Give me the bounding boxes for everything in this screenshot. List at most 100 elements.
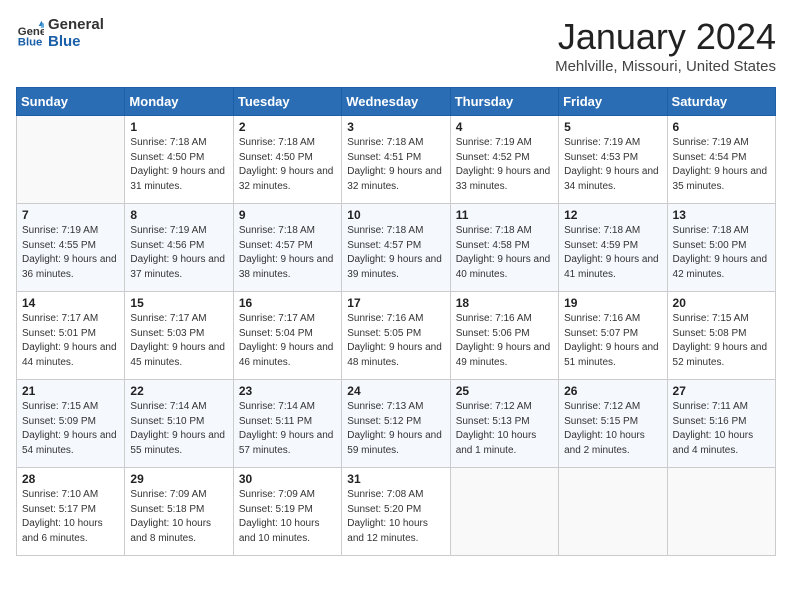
day-info: Sunrise: 7:18 AM Sunset: 4:58 PM Dayligh… xyxy=(456,224,553,282)
calendar-cell xyxy=(450,468,558,556)
calendar-cell: 2 Sunrise: 7:18 AM Sunset: 4:50 PM Dayli… xyxy=(233,116,341,204)
day-number: 31 xyxy=(347,472,444,486)
day-number: 29 xyxy=(130,472,227,486)
weekday-header-friday: Friday xyxy=(559,88,667,116)
week-row-5: 28 Sunrise: 7:10 AM Sunset: 5:17 PM Dayl… xyxy=(17,468,776,556)
calendar-cell: 10 Sunrise: 7:18 AM Sunset: 4:57 PM Dayl… xyxy=(342,204,450,292)
day-info: Sunrise: 7:16 AM Sunset: 5:07 PM Dayligh… xyxy=(564,312,661,370)
calendar-cell: 20 Sunrise: 7:15 AM Sunset: 5:08 PM Dayl… xyxy=(667,292,775,380)
calendar-subtitle: Mehlville, Missouri, United States xyxy=(555,58,776,75)
calendar-cell: 24 Sunrise: 7:13 AM Sunset: 5:12 PM Dayl… xyxy=(342,380,450,468)
day-number: 16 xyxy=(239,296,336,310)
day-info: Sunrise: 7:12 AM Sunset: 5:15 PM Dayligh… xyxy=(564,400,661,458)
weekday-header-row: SundayMondayTuesdayWednesdayThursdayFrid… xyxy=(17,88,776,116)
calendar-cell xyxy=(667,468,775,556)
day-info: Sunrise: 7:14 AM Sunset: 5:10 PM Dayligh… xyxy=(130,400,227,458)
day-info: Sunrise: 7:15 AM Sunset: 5:08 PM Dayligh… xyxy=(673,312,770,370)
day-number: 30 xyxy=(239,472,336,486)
calendar-cell: 29 Sunrise: 7:09 AM Sunset: 5:18 PM Dayl… xyxy=(125,468,233,556)
calendar-title: January 2024 xyxy=(555,16,776,58)
day-number: 2 xyxy=(239,120,336,134)
calendar-cell: 1 Sunrise: 7:18 AM Sunset: 4:50 PM Dayli… xyxy=(125,116,233,204)
day-info: Sunrise: 7:14 AM Sunset: 5:11 PM Dayligh… xyxy=(239,400,336,458)
calendar-cell: 28 Sunrise: 7:10 AM Sunset: 5:17 PM Dayl… xyxy=(17,468,125,556)
calendar-cell: 19 Sunrise: 7:16 AM Sunset: 5:07 PM Dayl… xyxy=(559,292,667,380)
day-info: Sunrise: 7:17 AM Sunset: 5:04 PM Dayligh… xyxy=(239,312,336,370)
logo: General Blue General Blue xyxy=(16,16,104,51)
calendar-cell: 7 Sunrise: 7:19 AM Sunset: 4:55 PM Dayli… xyxy=(17,204,125,292)
calendar-cell: 8 Sunrise: 7:19 AM Sunset: 4:56 PM Dayli… xyxy=(125,204,233,292)
calendar-cell: 18 Sunrise: 7:16 AM Sunset: 5:06 PM Dayl… xyxy=(450,292,558,380)
day-info: Sunrise: 7:08 AM Sunset: 5:20 PM Dayligh… xyxy=(347,488,444,546)
calendar-cell: 11 Sunrise: 7:18 AM Sunset: 4:58 PM Dayl… xyxy=(450,204,558,292)
calendar-cell: 14 Sunrise: 7:17 AM Sunset: 5:01 PM Dayl… xyxy=(17,292,125,380)
week-row-2: 7 Sunrise: 7:19 AM Sunset: 4:55 PM Dayli… xyxy=(17,204,776,292)
day-number: 17 xyxy=(347,296,444,310)
day-number: 14 xyxy=(22,296,119,310)
day-number: 26 xyxy=(564,384,661,398)
day-number: 22 xyxy=(130,384,227,398)
calendar-cell: 15 Sunrise: 7:17 AM Sunset: 5:03 PM Dayl… xyxy=(125,292,233,380)
day-number: 10 xyxy=(347,208,444,222)
logo-icon: General Blue xyxy=(16,19,44,47)
day-number: 24 xyxy=(347,384,444,398)
day-number: 1 xyxy=(130,120,227,134)
weekday-header-saturday: Saturday xyxy=(667,88,775,116)
day-number: 7 xyxy=(22,208,119,222)
day-number: 13 xyxy=(673,208,770,222)
day-number: 15 xyxy=(130,296,227,310)
day-info: Sunrise: 7:18 AM Sunset: 4:50 PM Dayligh… xyxy=(130,136,227,194)
day-number: 21 xyxy=(22,384,119,398)
calendar-cell: 22 Sunrise: 7:14 AM Sunset: 5:10 PM Dayl… xyxy=(125,380,233,468)
calendar-cell: 4 Sunrise: 7:19 AM Sunset: 4:52 PM Dayli… xyxy=(450,116,558,204)
day-info: Sunrise: 7:17 AM Sunset: 5:03 PM Dayligh… xyxy=(130,312,227,370)
calendar-table: SundayMondayTuesdayWednesdayThursdayFrid… xyxy=(16,87,776,556)
title-area: January 2024 Mehlville, Missouri, United… xyxy=(555,16,776,75)
day-number: 20 xyxy=(673,296,770,310)
day-info: Sunrise: 7:18 AM Sunset: 4:57 PM Dayligh… xyxy=(239,224,336,282)
week-row-3: 14 Sunrise: 7:17 AM Sunset: 5:01 PM Dayl… xyxy=(17,292,776,380)
calendar-cell: 27 Sunrise: 7:11 AM Sunset: 5:16 PM Dayl… xyxy=(667,380,775,468)
week-row-4: 21 Sunrise: 7:15 AM Sunset: 5:09 PM Dayl… xyxy=(17,380,776,468)
calendar-cell xyxy=(559,468,667,556)
calendar-cell: 9 Sunrise: 7:18 AM Sunset: 4:57 PM Dayli… xyxy=(233,204,341,292)
svg-text:Blue: Blue xyxy=(18,37,43,48)
calendar-cell: 17 Sunrise: 7:16 AM Sunset: 5:05 PM Dayl… xyxy=(342,292,450,380)
calendar-cell: 3 Sunrise: 7:18 AM Sunset: 4:51 PM Dayli… xyxy=(342,116,450,204)
day-info: Sunrise: 7:13 AM Sunset: 5:12 PM Dayligh… xyxy=(347,400,444,458)
day-number: 27 xyxy=(673,384,770,398)
calendar-cell: 31 Sunrise: 7:08 AM Sunset: 5:20 PM Dayl… xyxy=(342,468,450,556)
calendar-cell: 13 Sunrise: 7:18 AM Sunset: 5:00 PM Dayl… xyxy=(667,204,775,292)
day-number: 25 xyxy=(456,384,553,398)
day-number: 5 xyxy=(564,120,661,134)
day-number: 11 xyxy=(456,208,553,222)
day-info: Sunrise: 7:19 AM Sunset: 4:56 PM Dayligh… xyxy=(130,224,227,282)
day-number: 23 xyxy=(239,384,336,398)
calendar-cell: 16 Sunrise: 7:17 AM Sunset: 5:04 PM Dayl… xyxy=(233,292,341,380)
calendar-body: 1 Sunrise: 7:18 AM Sunset: 4:50 PM Dayli… xyxy=(17,116,776,556)
week-row-1: 1 Sunrise: 7:18 AM Sunset: 4:50 PM Dayli… xyxy=(17,116,776,204)
day-info: Sunrise: 7:16 AM Sunset: 5:06 PM Dayligh… xyxy=(456,312,553,370)
day-number: 18 xyxy=(456,296,553,310)
calendar-cell: 6 Sunrise: 7:19 AM Sunset: 4:54 PM Dayli… xyxy=(667,116,775,204)
day-number: 19 xyxy=(564,296,661,310)
calendar-cell: 5 Sunrise: 7:19 AM Sunset: 4:53 PM Dayli… xyxy=(559,116,667,204)
day-number: 9 xyxy=(239,208,336,222)
calendar-cell: 21 Sunrise: 7:15 AM Sunset: 5:09 PM Dayl… xyxy=(17,380,125,468)
day-info: Sunrise: 7:09 AM Sunset: 5:18 PM Dayligh… xyxy=(130,488,227,546)
calendar-cell: 23 Sunrise: 7:14 AM Sunset: 5:11 PM Dayl… xyxy=(233,380,341,468)
calendar-cell: 26 Sunrise: 7:12 AM Sunset: 5:15 PM Dayl… xyxy=(559,380,667,468)
logo-line1: General xyxy=(48,16,104,33)
calendar-cell: 25 Sunrise: 7:12 AM Sunset: 5:13 PM Dayl… xyxy=(450,380,558,468)
day-info: Sunrise: 7:12 AM Sunset: 5:13 PM Dayligh… xyxy=(456,400,553,458)
calendar-cell: 30 Sunrise: 7:09 AM Sunset: 5:19 PM Dayl… xyxy=(233,468,341,556)
weekday-header-sunday: Sunday xyxy=(17,88,125,116)
day-info: Sunrise: 7:19 AM Sunset: 4:53 PM Dayligh… xyxy=(564,136,661,194)
day-info: Sunrise: 7:18 AM Sunset: 5:00 PM Dayligh… xyxy=(673,224,770,282)
weekday-header-thursday: Thursday xyxy=(450,88,558,116)
logo-line2: Blue xyxy=(48,33,104,50)
calendar-cell: 12 Sunrise: 7:18 AM Sunset: 4:59 PM Dayl… xyxy=(559,204,667,292)
day-info: Sunrise: 7:18 AM Sunset: 4:57 PM Dayligh… xyxy=(347,224,444,282)
day-info: Sunrise: 7:18 AM Sunset: 4:51 PM Dayligh… xyxy=(347,136,444,194)
weekday-header-tuesday: Tuesday xyxy=(233,88,341,116)
